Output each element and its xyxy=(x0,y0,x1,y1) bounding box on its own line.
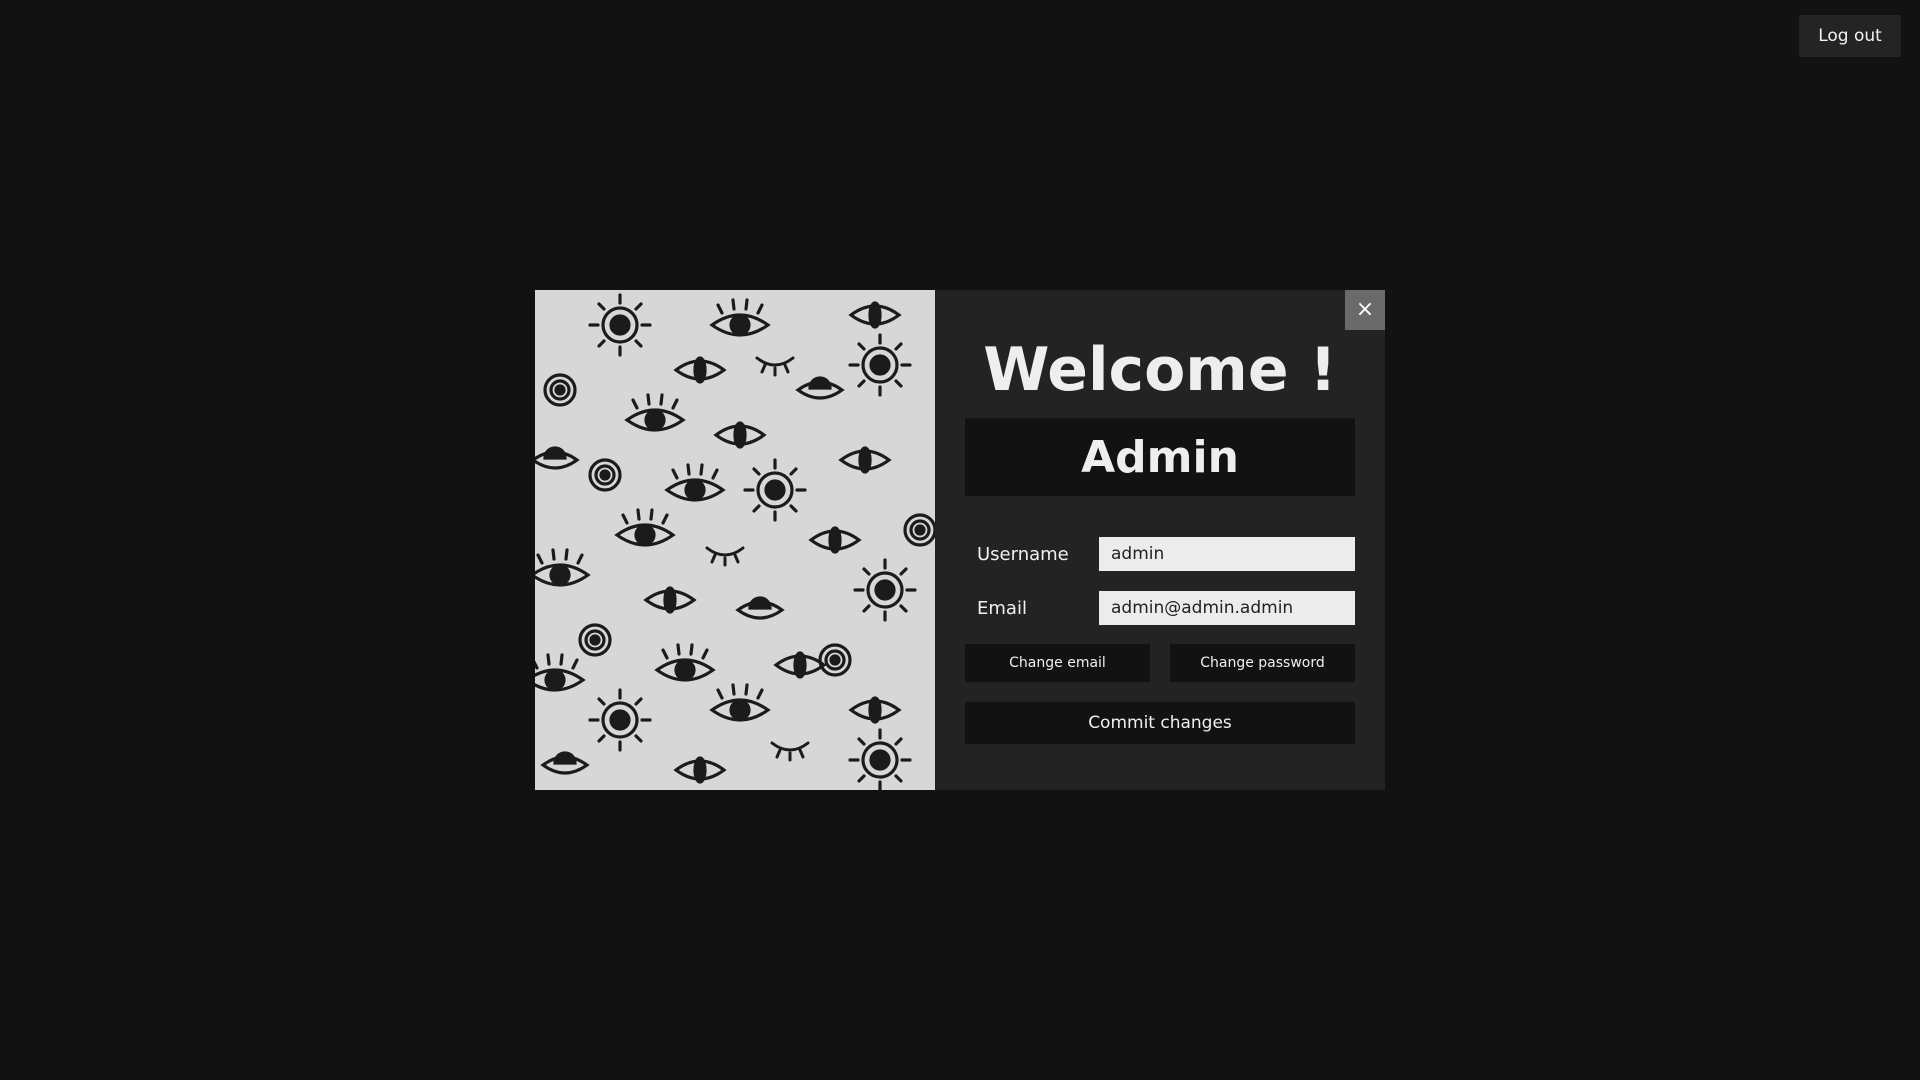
welcome-title: Welcome ! xyxy=(983,335,1337,405)
username-label: Username xyxy=(977,543,1069,565)
user-display-name: Admin xyxy=(965,418,1355,496)
email-input[interactable] xyxy=(1099,591,1355,625)
profile-modal: × Welcome ! Admin Username Email Change … xyxy=(535,290,1385,790)
eye-pattern-illustration xyxy=(535,290,935,790)
username-input[interactable] xyxy=(1099,537,1355,571)
change-email-button[interactable]: Change email xyxy=(965,644,1150,682)
commit-changes-button[interactable]: Commit changes xyxy=(965,702,1355,744)
close-icon[interactable]: × xyxy=(1345,290,1385,330)
profile-form-panel: × Welcome ! Admin Username Email Change … xyxy=(935,290,1385,790)
eye-pattern-image xyxy=(535,290,935,790)
email-label: Email xyxy=(977,597,1027,619)
username-row: Username xyxy=(965,537,1355,571)
email-row: Email xyxy=(965,591,1355,625)
logout-button[interactable]: Log out xyxy=(1799,15,1901,57)
change-password-button[interactable]: Change password xyxy=(1170,644,1355,682)
